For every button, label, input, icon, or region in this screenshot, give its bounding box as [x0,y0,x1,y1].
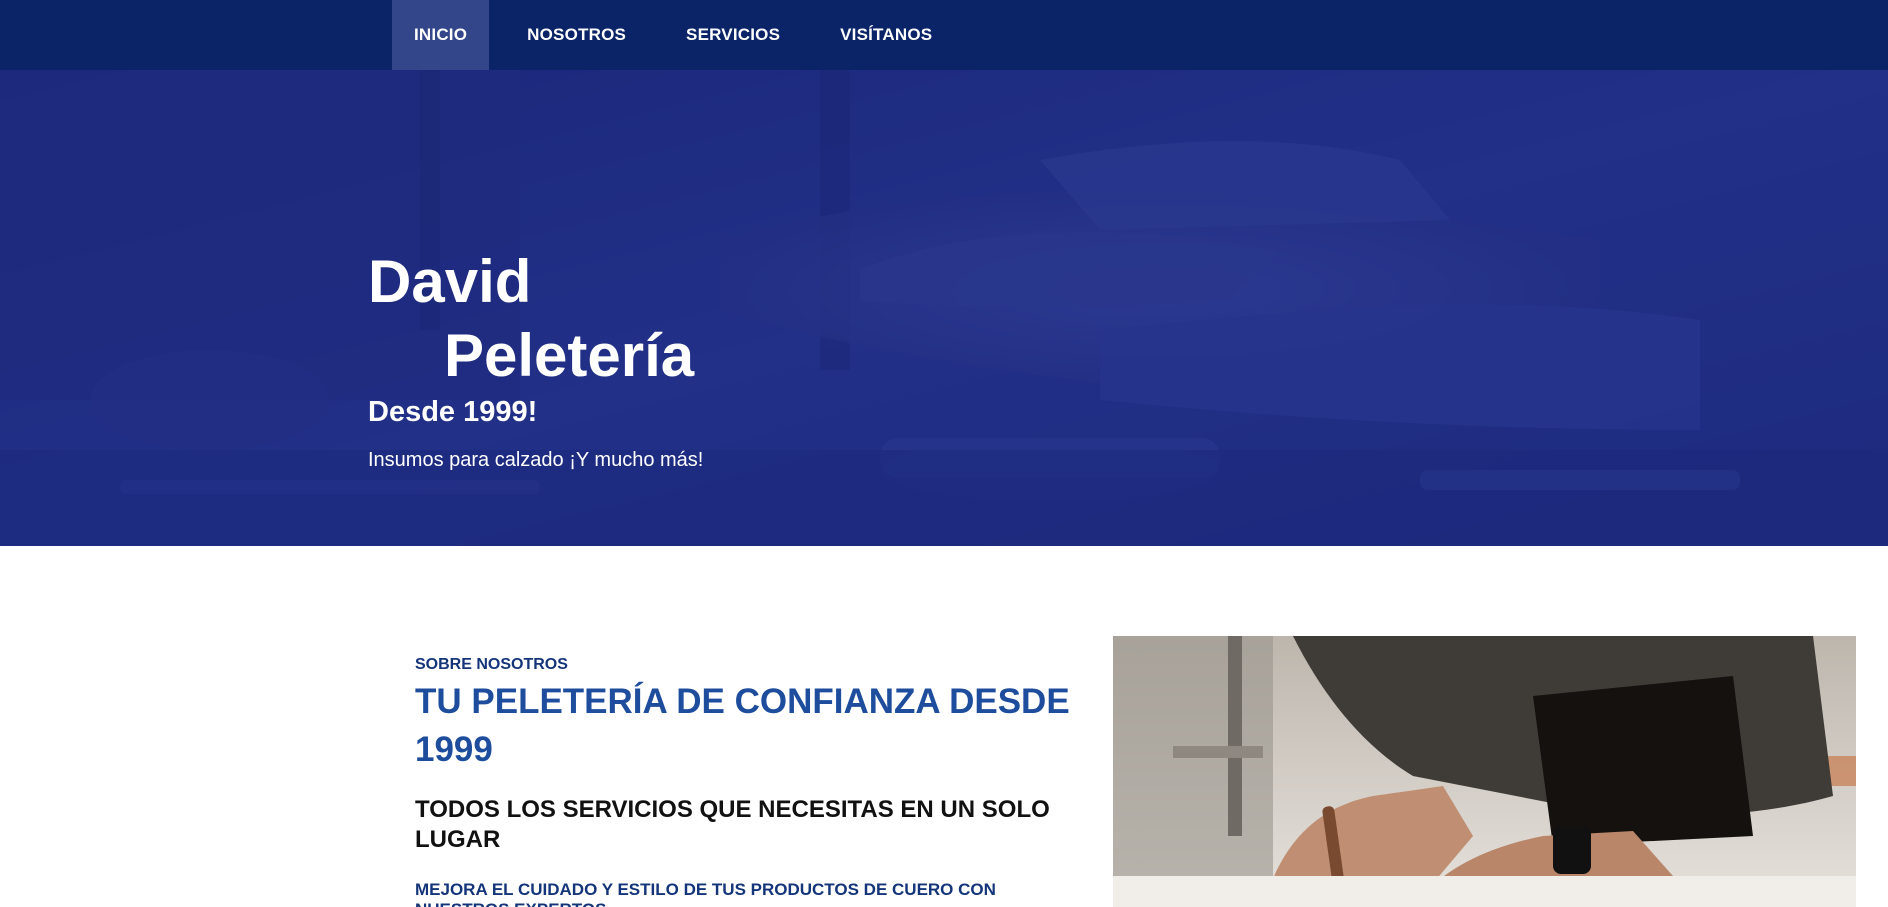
nav-item-servicios[interactable]: SERVICIOS [664,0,802,70]
about-subtitle: TODOS LOS SERVICIOS QUE NECESITAS EN UN … [415,796,1050,853]
main-navbar: INICIO NOSOTROS SERVICIOS VISÍTANOS [0,0,1888,70]
nav-item-inicio[interactable]: INICIO [392,0,490,70]
hero-tagline: Insumos para calzado ¡Y mucho más! [368,449,704,471]
hero-section: David Peletería Desde 1999! Insumos para… [0,70,1888,546]
hero-title-line-2: Peletería [444,322,695,389]
about-lead-text: MEJORA EL CUIDADO Y ESTILO DE TUS PRODUC… [415,880,996,907]
about-title: TU PELETERÍA DE CONFIANZA DESDE 1999 [415,682,1070,769]
nav-item-nosotros[interactable]: NOSOTROS [505,0,648,70]
hero-subtitle: Desde 1999! [368,396,538,428]
about-eyebrow: SOBRE NOSOTROS [415,656,568,673]
nav-menu: INICIO NOSOTROS SERVICIOS VISÍTANOS [392,0,970,70]
craftsman-image [1113,636,1856,907]
about-photo [1113,636,1856,907]
nav-item-visitanos[interactable]: VISÍTANOS [818,0,954,70]
hero-title-line-1: David [368,248,532,315]
hero-color-overlay [0,70,1888,546]
